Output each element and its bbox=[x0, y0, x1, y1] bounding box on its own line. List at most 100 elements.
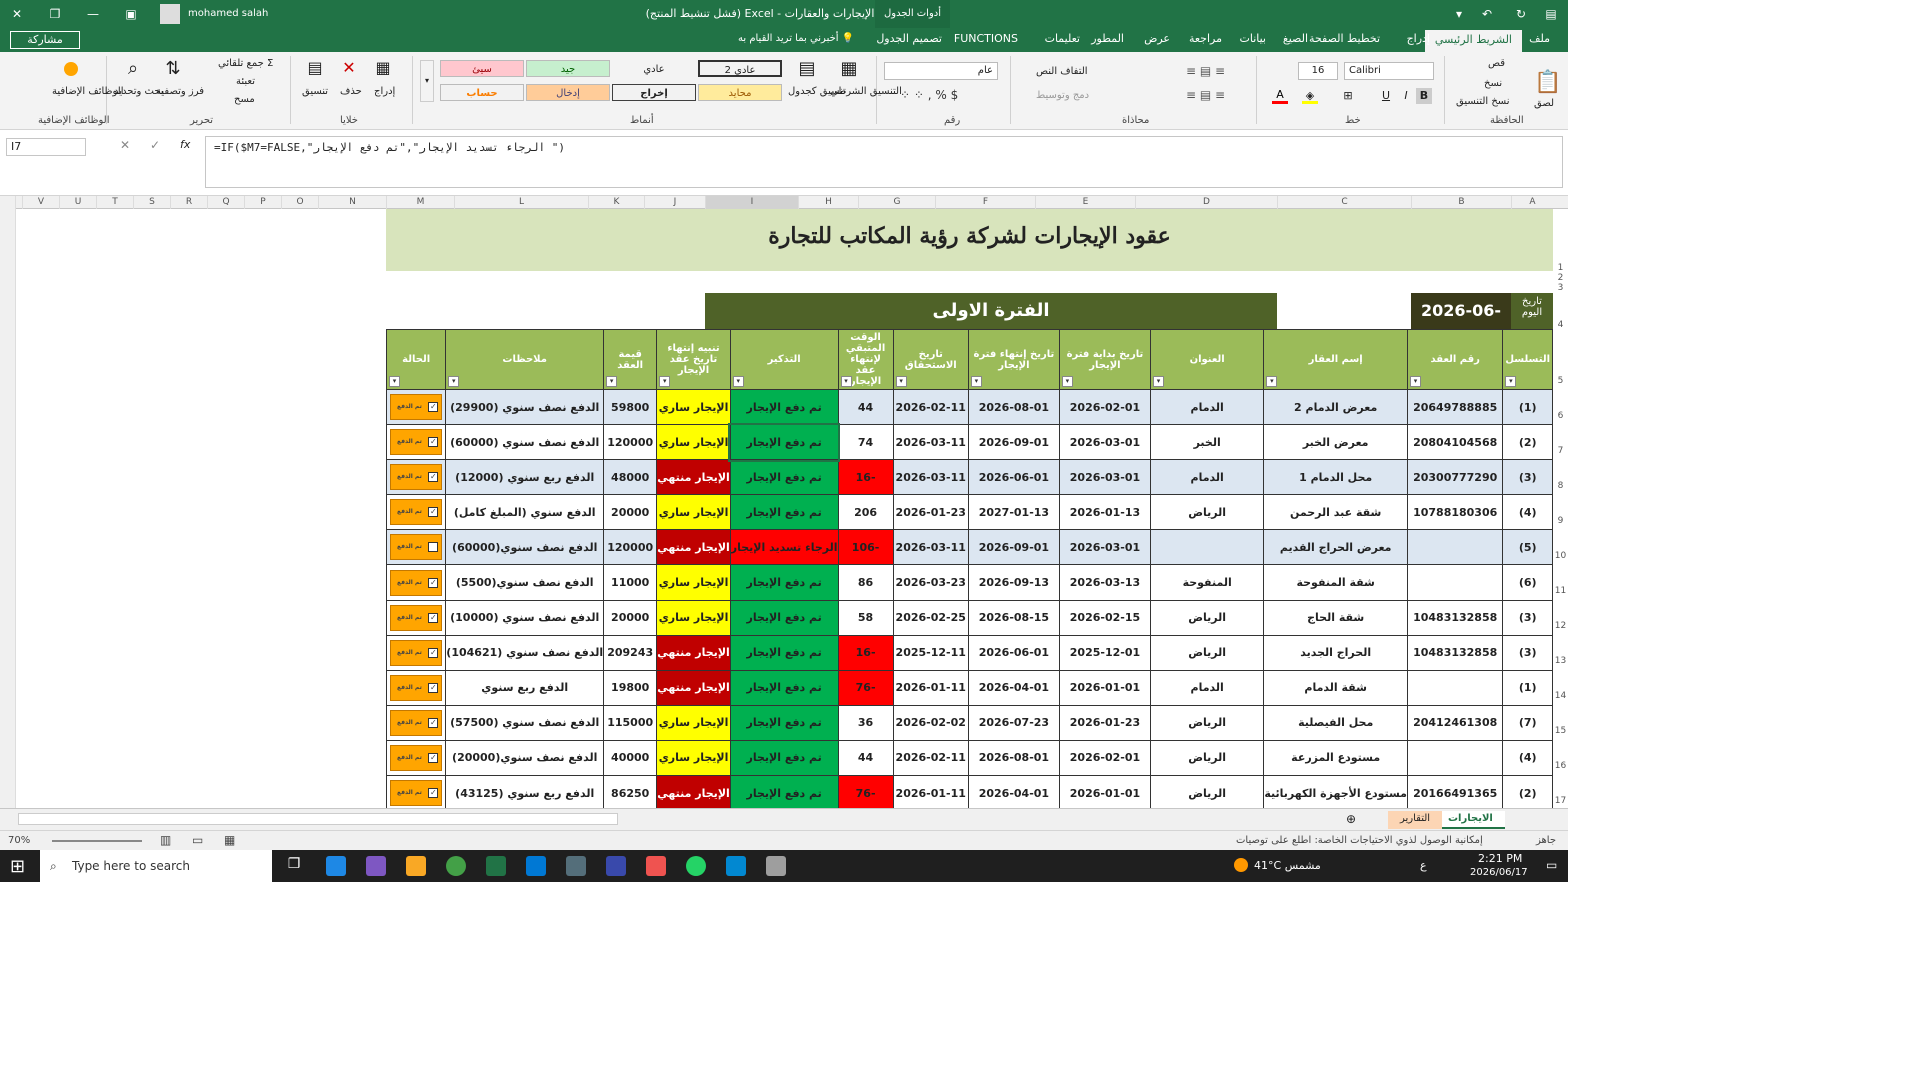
cell-notes[interactable]: الدفع نصف سنوي(60000) bbox=[445, 529, 605, 566]
taskbar-search[interactable]: ⌕ Type here to search bbox=[40, 850, 272, 882]
paste-button[interactable]: لصق bbox=[1534, 98, 1554, 109]
cell-end[interactable]: 2026-06-01 bbox=[967, 459, 1060, 496]
cell-start[interactable]: 2026-02-15 bbox=[1058, 599, 1151, 636]
column-header[interactable]: P bbox=[244, 196, 281, 209]
column-header-cell[interactable]: رقم العقد ▾ bbox=[1406, 329, 1504, 390]
column-header[interactable]: T bbox=[96, 196, 133, 209]
column-header-cell[interactable]: تنبيه إنتهاء تاريخ عقد الإيجار ▾ bbox=[656, 329, 731, 390]
checkbox-icon[interactable]: ✓ bbox=[428, 647, 439, 658]
checkbox-icon[interactable]: ✓ bbox=[428, 612, 439, 623]
filter-dropdown-icon[interactable]: ▾ bbox=[970, 376, 982, 387]
sort-filter-icon[interactable]: ⇅ bbox=[160, 58, 186, 84]
row-header[interactable]: 1 bbox=[1553, 263, 1568, 273]
cell-start[interactable]: 2026-03-01 bbox=[1058, 459, 1151, 496]
cell-notes[interactable]: الدفع نصف سنوي (60000) bbox=[445, 424, 605, 461]
sheet-tab-rentals[interactable]: الايجارات bbox=[1436, 811, 1505, 829]
column-header[interactable]: C bbox=[1277, 196, 1411, 209]
column-header[interactable]: U bbox=[59, 196, 96, 209]
cell-remaining[interactable]: 58 bbox=[837, 599, 894, 636]
accessibility-status[interactable]: إمكانية الوصول لذوي الاحتياجات الخاصة: ا… bbox=[1236, 835, 1483, 846]
cell-property[interactable]: معرض الدمام 2 bbox=[1263, 388, 1408, 426]
insert-cells-icon[interactable]: ▦ bbox=[372, 58, 394, 80]
cell-start[interactable]: 2026-03-01 bbox=[1058, 424, 1151, 461]
row-header[interactable]: 15 bbox=[1553, 726, 1568, 736]
style-normal-2[interactable]: عادي 2 bbox=[698, 60, 782, 77]
cell-contract[interactable]: 20166491365 bbox=[1406, 775, 1504, 808]
cell-address[interactable]: المنفوحة bbox=[1149, 564, 1265, 601]
cell-remaining[interactable]: 86 bbox=[837, 564, 894, 601]
cell-alert[interactable]: الإيجار ساري bbox=[656, 494, 731, 531]
delete-cells-button[interactable]: حذف bbox=[340, 86, 362, 97]
checkbox-icon[interactable] bbox=[428, 542, 439, 553]
app3-icon[interactable] bbox=[766, 856, 786, 876]
checkbox-icon[interactable]: ✓ bbox=[428, 437, 439, 448]
paid-checkbox-control[interactable]: تم الدفع ✓ bbox=[390, 429, 443, 456]
tell-me-search[interactable]: 💡 أخبرني بما تريد القيام به bbox=[738, 33, 854, 44]
cell-value[interactable]: 120000 bbox=[603, 424, 658, 461]
addins-icon[interactable] bbox=[64, 62, 78, 76]
windows-start-icon[interactable]: ⊞ bbox=[10, 856, 25, 877]
cell-alert[interactable]: الإيجار منتهي bbox=[656, 459, 731, 496]
copilot-icon[interactable] bbox=[366, 856, 386, 876]
cell-start[interactable]: 2026-01-01 bbox=[1058, 775, 1151, 808]
cell-due[interactable]: 2026-01-11 bbox=[892, 775, 969, 808]
format-painter-button[interactable]: نسخ التنسيق bbox=[1456, 96, 1509, 107]
cell-alert[interactable]: الإيجار منتهي bbox=[656, 669, 731, 706]
column-header-cell[interactable]: التسلسل ▾ bbox=[1502, 329, 1553, 390]
cell-remaining[interactable]: -106 bbox=[837, 529, 894, 566]
column-header-cell[interactable]: العنوان ▾ bbox=[1149, 329, 1265, 390]
find-select-icon[interactable]: ⌕ bbox=[120, 58, 146, 84]
cell-contract[interactable]: 20649788885 bbox=[1406, 388, 1504, 426]
tab-developer[interactable]: المطور bbox=[1091, 32, 1124, 45]
paid-checkbox-control[interactable]: تم الدفع ✓ bbox=[390, 569, 443, 596]
tab-file[interactable]: ملف bbox=[1529, 32, 1550, 45]
cell-address[interactable]: الرياض bbox=[1149, 494, 1265, 531]
tab-view[interactable]: عرض bbox=[1144, 32, 1170, 45]
style-normal[interactable]: عادي bbox=[612, 60, 696, 77]
cell-value[interactable]: 48000 bbox=[603, 459, 658, 496]
cell-due[interactable]: 2026-03-23 bbox=[892, 564, 969, 601]
tab-table-design[interactable]: تصميم الجدول bbox=[876, 32, 942, 45]
today-value[interactable]: 2026-06-17 bbox=[1411, 293, 1511, 356]
filter-dropdown-icon[interactable]: ▾ bbox=[1410, 376, 1421, 387]
cell-remaining[interactable]: -16 bbox=[837, 459, 894, 496]
cell-property[interactable]: شقة المنفوحة bbox=[1263, 564, 1408, 601]
cell-start[interactable]: 2026-01-13 bbox=[1058, 494, 1151, 531]
style-input[interactable]: إدخال bbox=[526, 84, 610, 101]
cell-value[interactable]: 120000 bbox=[603, 529, 658, 566]
store-icon[interactable] bbox=[606, 856, 626, 876]
cell-seq[interactable]: (7) bbox=[1502, 704, 1553, 741]
column-header[interactable]: A bbox=[1511, 196, 1553, 209]
cell-value[interactable]: 86250 bbox=[603, 775, 658, 808]
cell-due[interactable]: 2026-01-11 bbox=[892, 669, 969, 706]
column-header-cell[interactable]: ملاحظات ▾ bbox=[445, 329, 605, 390]
cell-start[interactable]: 2026-01-01 bbox=[1058, 669, 1151, 706]
cell-reminder[interactable]: تم دفع الإيجار bbox=[729, 775, 839, 808]
tab-help[interactable]: تعليمات bbox=[1045, 32, 1080, 45]
enter-icon[interactable]: ✓ bbox=[150, 138, 160, 152]
app-icon[interactable] bbox=[646, 856, 666, 876]
row-header[interactable]: 13 bbox=[1553, 656, 1568, 666]
column-header-cell[interactable]: قيمة العقد ▾ bbox=[603, 329, 658, 390]
borders-icon[interactable]: ⊞ bbox=[1340, 88, 1356, 104]
cell-remaining[interactable]: -76 bbox=[837, 669, 894, 706]
tab-home[interactable]: الشريط الرئيسي bbox=[1424, 30, 1522, 52]
column-header[interactable]: M bbox=[386, 196, 454, 209]
column-header[interactable]: D bbox=[1135, 196, 1277, 209]
cell-contract[interactable] bbox=[1406, 564, 1504, 601]
redo-icon[interactable]: ↻ bbox=[1510, 4, 1532, 24]
filter-dropdown-icon[interactable]: ▾ bbox=[895, 376, 907, 387]
sheet-tab-reports[interactable]: التقارير bbox=[1388, 811, 1443, 829]
filter-dropdown-icon[interactable]: ▾ bbox=[1152, 376, 1164, 387]
cell-notes[interactable]: الدفع ربع سنوي (43125) bbox=[445, 775, 605, 808]
cell-value[interactable]: 19800 bbox=[603, 669, 658, 706]
cell-reminder[interactable]: تم دفع الإيجار bbox=[729, 459, 839, 496]
cell-remaining[interactable]: 44 bbox=[837, 388, 894, 426]
row-header[interactable]: 7 bbox=[1553, 446, 1568, 456]
cell-property[interactable]: الحراج الجديد bbox=[1263, 634, 1408, 671]
cell-alert[interactable]: الإيجار منتهي bbox=[656, 775, 731, 808]
cell-reminder[interactable]: تم دفع الإيجار bbox=[729, 704, 839, 741]
paid-checkbox-control[interactable]: تم الدفع ✓ bbox=[390, 394, 443, 421]
cell-remaining[interactable]: 44 bbox=[837, 739, 894, 777]
cell-seq[interactable]: (3) bbox=[1502, 634, 1553, 671]
